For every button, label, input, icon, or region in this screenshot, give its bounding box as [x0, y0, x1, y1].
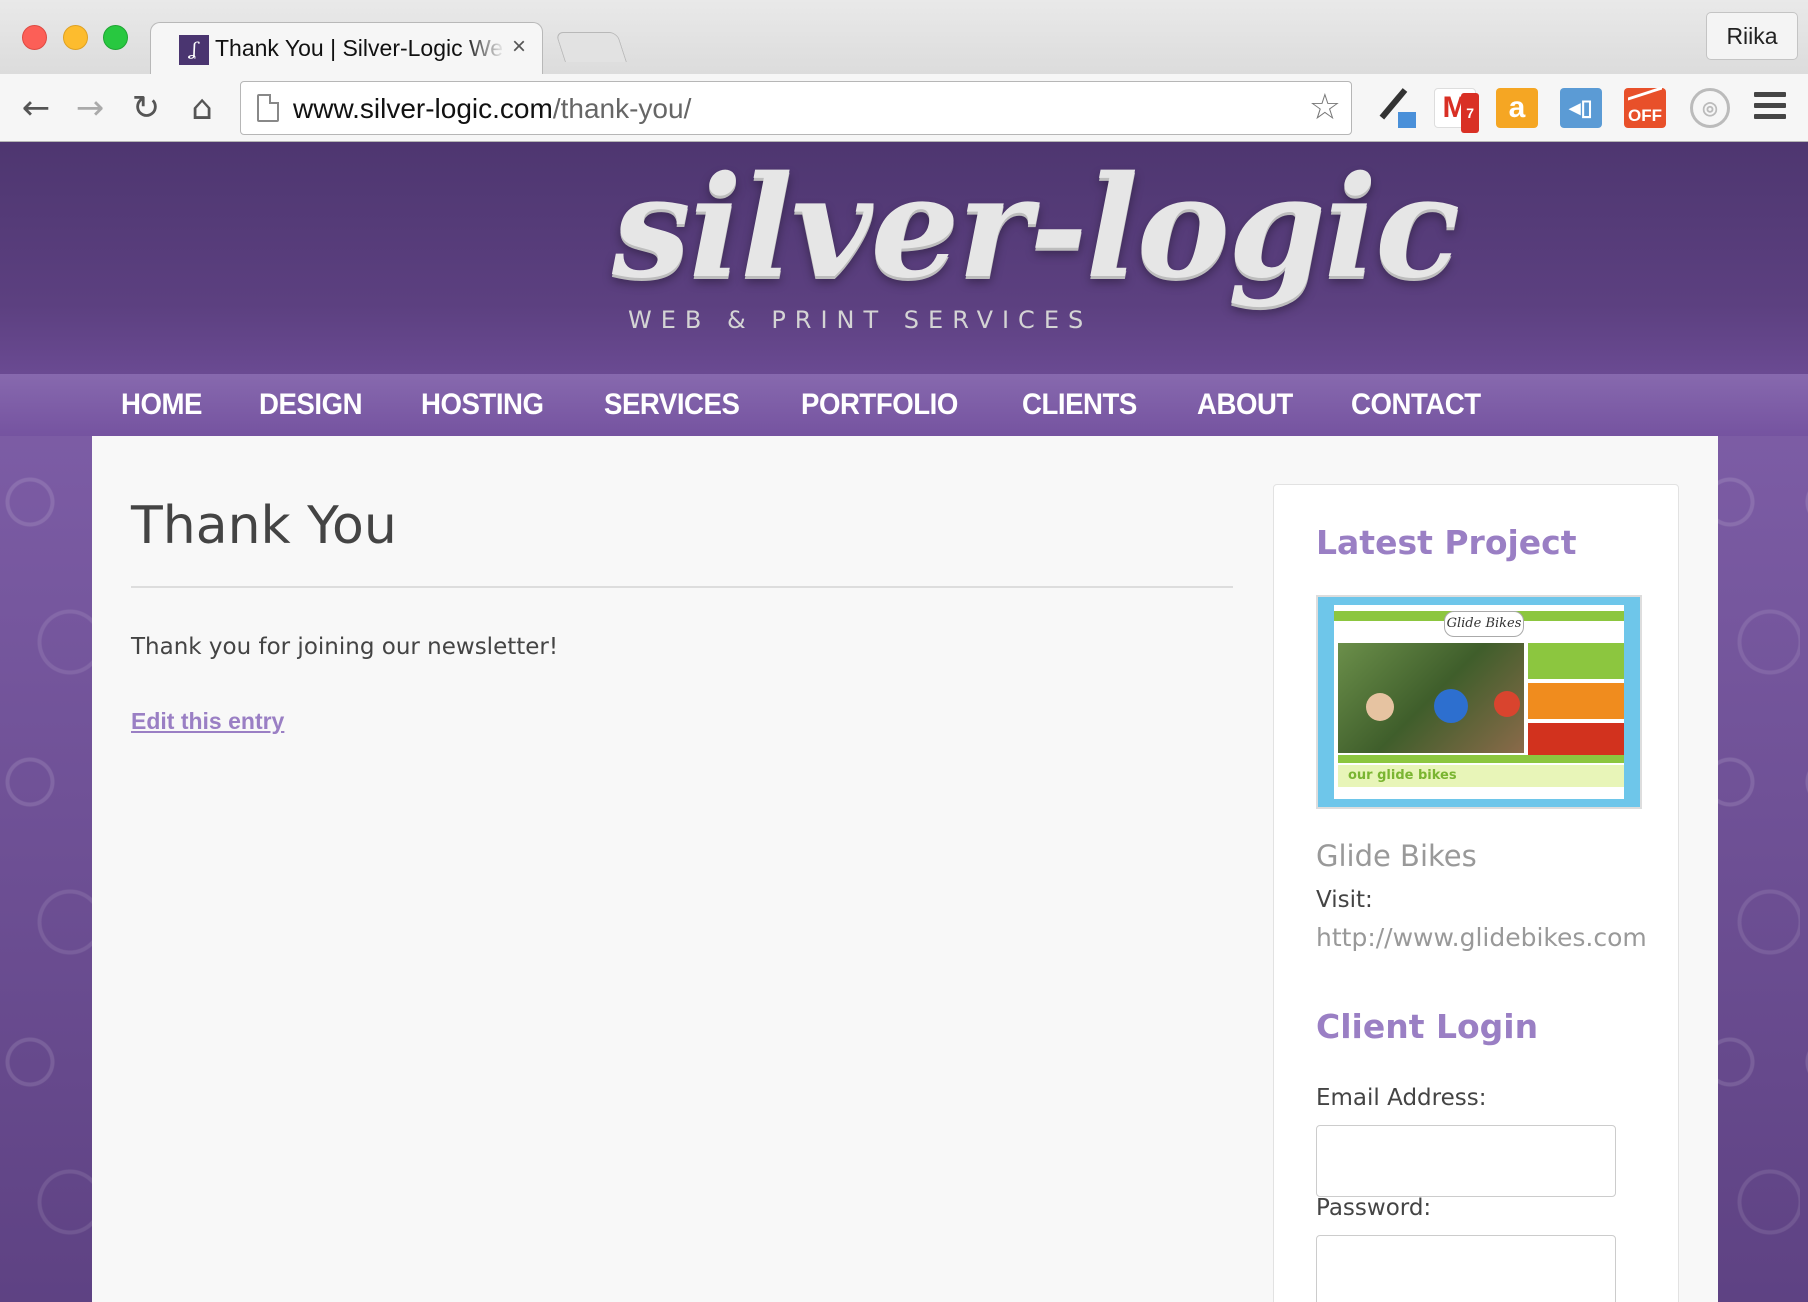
nav-item-services[interactable]: SERVICES — [604, 374, 740, 436]
sidebar: Latest Project Glide Bikes our glide bik… — [1273, 484, 1679, 1302]
child-helmet — [1434, 689, 1468, 723]
screenshot-promo-box — [1528, 723, 1624, 759]
nav-item-contact[interactable]: CONTACT — [1351, 374, 1481, 436]
browser-toolbar: ← → ↻ ⌂ www.silver-logic.com/thank-you/ … — [0, 74, 1808, 142]
site-logo[interactable]: silver-logic — [612, 146, 1460, 310]
price-off-extension-icon[interactable]: OFF — [1624, 86, 1666, 128]
email-field[interactable] — [1316, 1125, 1616, 1197]
child-helmet — [1366, 693, 1394, 721]
nav-item-home[interactable]: HOME — [121, 374, 202, 436]
close-window-button[interactable] — [22, 25, 47, 50]
screenshot-bar: our glide bikes — [1338, 765, 1624, 787]
screenshot-tagline-strip — [1338, 755, 1624, 763]
page-icon — [257, 94, 279, 122]
latest-project-heading: Latest Project — [1316, 523, 1577, 562]
title-divider — [131, 586, 1233, 588]
nav-item-hosting[interactable]: HOSTING — [421, 374, 544, 436]
amazon-extension-icon[interactable]: a — [1496, 88, 1538, 128]
project-screenshot[interactable]: Glide Bikes our glide bikes — [1316, 595, 1642, 809]
nav-item-design[interactable]: DESIGN — [259, 374, 363, 436]
home-icon[interactable]: ⌂ — [180, 86, 224, 130]
tab-title: Thank You | Silver-Logic Web — [215, 35, 505, 61]
page-title: Thank You — [131, 496, 397, 556]
screenshot-promo-box — [1528, 643, 1624, 679]
tag-extension-icon[interactable]: ◂▯ — [1560, 88, 1602, 128]
project-url-link[interactable]: http://www.glidebikes.com — [1316, 923, 1647, 952]
zoom-window-button[interactable] — [103, 25, 128, 50]
gmail-extension-icon[interactable]: M7 — [1434, 88, 1479, 133]
url-path: /thank-you/ — [552, 93, 692, 124]
gmail-unread-badge: 7 — [1461, 93, 1479, 133]
logo-tagline: WEB & PRINT SERVICES — [628, 306, 1093, 334]
child-helmet — [1494, 691, 1520, 717]
main-navigation: HOME DESIGN HOSTING SERVICES PORTFOLIO C… — [0, 374, 1808, 436]
project-name: Glide Bikes — [1316, 839, 1477, 873]
minimize-window-button[interactable] — [63, 25, 88, 50]
back-arrow-icon[interactable]: ← — [14, 86, 58, 130]
client-login-heading: Client Login — [1316, 1007, 1539, 1046]
screenshot-logo: Glide Bikes — [1444, 611, 1524, 637]
site-favicon-icon: ʆ — [179, 35, 209, 65]
screenshot-photo — [1338, 643, 1524, 753]
page-background: silver-logic WEB & PRINT SERVICES HOME D… — [0, 142, 1808, 1302]
confirmation-message: Thank you for joining our newsletter! — [131, 634, 559, 660]
eyedropper-extension-icon[interactable] — [1376, 88, 1418, 128]
new-tab-button[interactable] — [555, 32, 627, 62]
email-label: Email Address: — [1316, 1085, 1487, 1111]
camera-extension-icon[interactable]: ◎ — [1690, 88, 1730, 128]
profile-button[interactable]: Riika — [1706, 12, 1798, 60]
password-field[interactable] — [1316, 1235, 1616, 1302]
hamburger-menu-icon[interactable] — [1754, 92, 1786, 122]
forward-arrow-icon[interactable]: → — [68, 86, 112, 130]
browser-titlebar: ʆ Thank You | Silver-Logic Web × Riika — [0, 0, 1808, 76]
visit-label: Visit: — [1316, 887, 1373, 913]
password-label: Password: — [1316, 1195, 1432, 1221]
site-header: silver-logic WEB & PRINT SERVICES — [0, 142, 1808, 374]
edit-entry-link[interactable]: Edit this entry — [131, 708, 284, 735]
address-bar[interactable]: www.silver-logic.com/thank-you/ ☆ — [240, 81, 1352, 135]
nav-item-about[interactable]: ABOUT — [1197, 374, 1293, 436]
url-host: www.silver-logic.com — [293, 93, 553, 124]
url-text[interactable]: www.silver-logic.com/thank-you/ — [293, 93, 691, 125]
content-area: Thank You Thank you for joining our news… — [92, 436, 1718, 1302]
reload-icon[interactable]: ↻ — [124, 86, 168, 130]
bookmark-star-icon[interactable]: ☆ — [1309, 89, 1341, 127]
screenshot-page: Glide Bikes our glide bikes — [1334, 605, 1624, 799]
tab-close-icon[interactable]: × — [512, 33, 526, 61]
nav-item-portfolio[interactable]: PORTFOLIO — [801, 374, 958, 436]
browser-tab-active[interactable]: ʆ Thank You | Silver-Logic Web × — [150, 22, 543, 76]
nav-item-clients[interactable]: CLIENTS — [1022, 374, 1137, 436]
screenshot-promo-box — [1528, 683, 1624, 719]
